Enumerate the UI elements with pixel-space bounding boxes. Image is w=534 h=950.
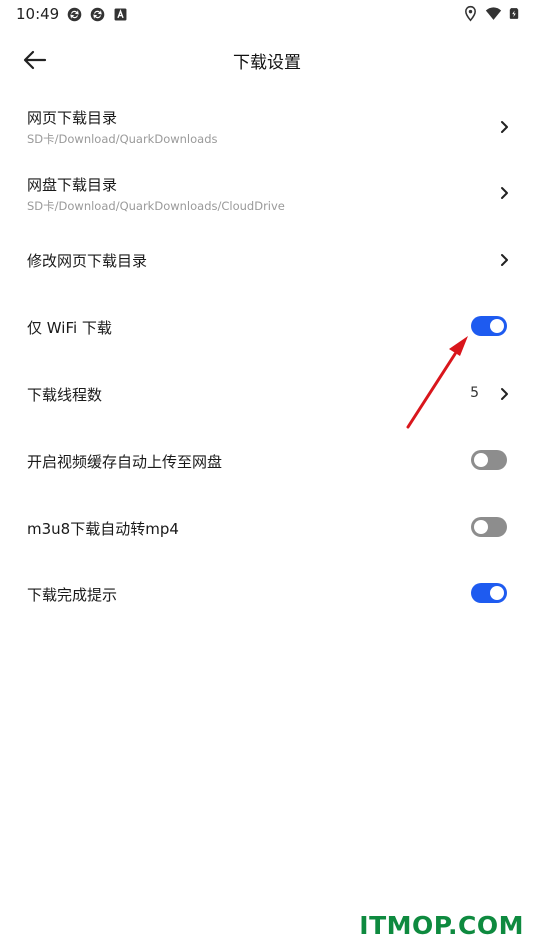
font-a-icon [114,8,127,21]
header: 下载设置 [0,36,534,84]
setting-label: 开启视频缓存自动上传至网盘 [27,453,223,471]
video-cache-upload-toggle[interactable] [471,450,507,470]
setting-modify-web-dir[interactable]: 修改网页下载目录 [0,226,534,292]
setting-complete-notice: 下载完成提示 [0,560,534,626]
status-icons-left [66,6,129,23]
toggle-knob [474,520,488,534]
wifi-only-toggle[interactable] [471,316,507,336]
location-icon [465,5,476,22]
status-icons-right [462,5,520,22]
setting-path: SD卡/Download/QuarkDownloads [27,132,218,146]
setting-label: 下载完成提示 [27,586,118,604]
m3u8-to-mp4-toggle[interactable] [471,517,507,537]
status-bar: 10:49 [0,0,534,28]
toggle-knob [490,319,504,333]
setting-cloud-download-dir[interactable]: 网盘下载目录 SD卡/Download/QuarkDownloads/Cloud… [0,166,534,232]
status-time: 10:49 [16,5,60,23]
chevron-right-icon [501,121,508,133]
setting-video-cache-upload: 开启视频缓存自动上传至网盘 [0,427,534,493]
wifi-icon [485,7,502,20]
threads-value: 5 [470,385,479,401]
complete-notice-toggle[interactable] [471,583,507,603]
sync-icon [90,7,105,22]
sync-icon [67,7,82,22]
toggle-knob [474,453,488,467]
battery-charging-icon [509,8,519,19]
setting-label: 仅 WiFi 下载 [27,319,112,337]
chevron-right-icon [501,187,508,199]
page-title: 下载设置 [233,53,301,73]
setting-path: SD卡/Download/QuarkDownloads/CloudDrive [27,199,285,213]
toggle-knob [490,586,504,600]
setting-label: m3u8下载自动转mp4 [27,520,179,538]
setting-label: 网盘下载目录 [27,176,118,194]
setting-label: 网页下载目录 [27,109,118,127]
setting-label: 修改网页下载目录 [27,252,148,270]
setting-download-threads[interactable]: 下载线程数 5 [0,360,534,426]
setting-label: 下载线程数 [27,386,103,404]
setting-web-download-dir[interactable]: 网页下载目录 SD卡/Download/QuarkDownloads [0,100,534,166]
chevron-right-icon [501,388,508,400]
setting-m3u8-to-mp4: m3u8下载自动转mp4 [0,494,534,560]
setting-wifi-only: 仅 WiFi 下载 [0,293,534,359]
chevron-right-icon [501,254,508,266]
watermark: ITMOP.COM [359,911,524,940]
